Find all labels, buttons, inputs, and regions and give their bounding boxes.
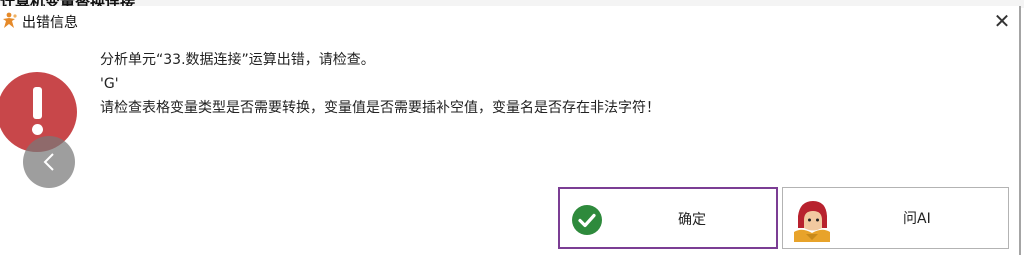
error-message-line: 'G' <box>100 76 119 92</box>
chevron-left-icon <box>43 153 54 171</box>
previous-nav-button[interactable] <box>23 136 75 188</box>
dialog-titlebar: 出错信息 ✕ <box>0 6 1019 38</box>
ok-button-label: 确定 <box>678 212 706 228</box>
app-logo-icon <box>3 12 17 28</box>
ask-ai-button-label: 问AI <box>903 211 931 227</box>
ok-button[interactable]: 确定 <box>558 187 778 249</box>
error-message-line: 请检查表格变量类型是否需要转换，变量值是否需要插补空值，变量名是否存在非法字符！ <box>100 100 660 116</box>
ask-ai-button[interactable]: 问AI <box>782 187 1009 249</box>
ai-avatar-icon <box>794 201 830 242</box>
close-button[interactable]: ✕ <box>989 8 1015 34</box>
error-message-line: 分析单元“33.数据连接”运算出错，请检查。 <box>100 52 375 68</box>
error-dialog: 出错信息 ✕ 分析单元“33.数据连接”运算出错，请检查。 'G' 请检查表格变… <box>0 6 1021 255</box>
error-message: 分析单元“33.数据连接”运算出错，请检查。 'G' 请检查表格变量类型是否需要… <box>100 48 660 120</box>
dialog-title: 出错信息 <box>22 15 78 31</box>
check-circle-icon <box>572 205 602 235</box>
close-icon: ✕ <box>993 9 1011 33</box>
